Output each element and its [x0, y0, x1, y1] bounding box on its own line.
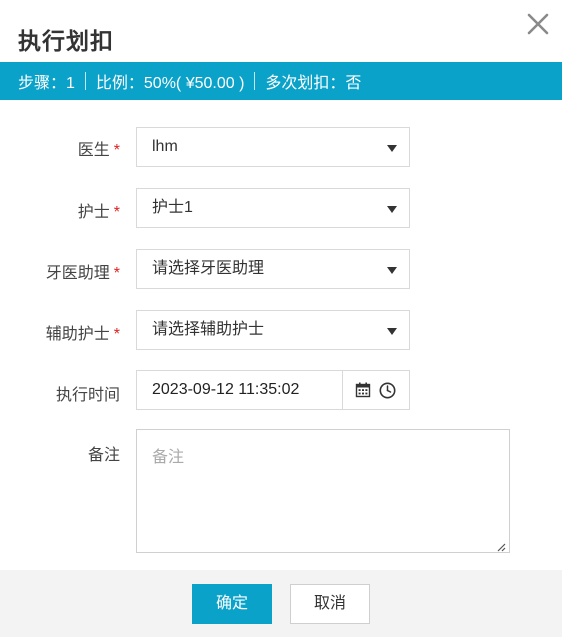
doctor-select[interactable]: lhm: [136, 127, 410, 167]
dropdown-arrow-icon: [387, 206, 397, 213]
exec-time-label-text: 执行时间: [55, 387, 120, 404]
doctor-select-value: lhm: [152, 138, 178, 155]
exec-time-picker: 2023-09-12 11:35:02: [136, 370, 410, 410]
remark-placeholder: 备注: [152, 449, 185, 466]
resize-handle-icon[interactable]: [496, 539, 506, 552]
dental-assistant-label: 牙医助理 *: [0, 259, 120, 283]
clock-icon[interactable]: [379, 382, 396, 399]
calendar-icon[interactable]: [355, 382, 371, 398]
remark-label: 备注: [0, 441, 120, 465]
required-mark: *: [113, 265, 120, 282]
exec-time-label: 执行时间: [0, 381, 120, 405]
remark-label-text: 备注: [87, 447, 120, 464]
nurse-label: 护士 *: [0, 198, 120, 222]
dental-assistant-select[interactable]: 请选择牙医助理: [136, 249, 410, 289]
step-text: 步骤：1: [18, 75, 75, 92]
cancel-button[interactable]: 取消: [290, 584, 370, 624]
divider: [84, 72, 86, 90]
doctor-label-text: 医生: [77, 142, 110, 159]
required-mark: *: [113, 204, 120, 221]
dental-assistant-select-value: 请选择牙医助理: [152, 260, 265, 277]
remark-textarea[interactable]: 备注: [136, 429, 510, 553]
dialog-title: 执行划扣: [18, 28, 114, 54]
dropdown-arrow-icon: [387, 328, 397, 335]
nurse-label-text: 护士: [77, 204, 110, 221]
assistant-nurse-select[interactable]: 请选择辅助护士: [136, 310, 410, 350]
divider: [254, 72, 256, 90]
required-mark: *: [113, 326, 120, 343]
dialog-footer: 确定 取消: [0, 570, 562, 637]
assistant-nurse-label: 辅助护士 *: [0, 320, 120, 344]
assistant-nurse-select-value: 请选择辅助护士: [152, 321, 265, 338]
confirm-button[interactable]: 确定: [192, 584, 272, 624]
assistant-nurse-label-text: 辅助护士: [45, 326, 110, 343]
deduction-info-bar: 步骤：1 比例：50%( ¥50.00 ) 多次划扣：否: [0, 62, 562, 100]
dental-assistant-label-text: 牙医助理: [45, 265, 110, 282]
exec-time-input[interactable]: 2023-09-12 11:35:02: [137, 371, 342, 409]
multiple-deduction-text: 多次划扣：否: [265, 75, 362, 92]
dropdown-arrow-icon: [387, 145, 397, 152]
datetime-picker-addon: [342, 371, 409, 409]
doctor-label: 医生 *: [0, 136, 120, 160]
close-icon[interactable]: [524, 10, 552, 38]
nurse-select[interactable]: 护士1: [136, 188, 410, 228]
dropdown-arrow-icon: [387, 267, 397, 274]
nurse-select-value: 护士1: [152, 199, 193, 216]
ratio-text: 比例：50%( ¥50.00 ): [95, 75, 245, 92]
required-mark: *: [113, 142, 120, 159]
